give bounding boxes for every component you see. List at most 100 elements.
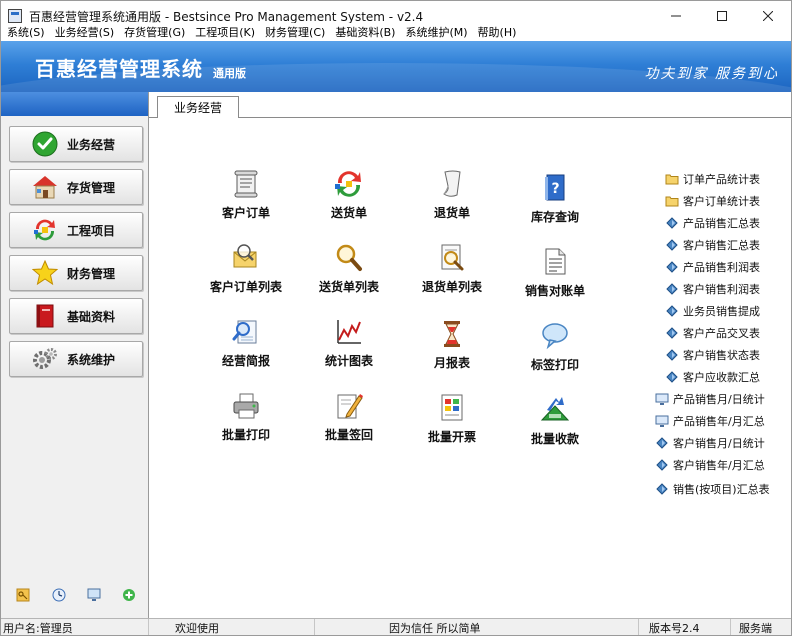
sidebar-item-finance[interactable]: 财务管理 (9, 255, 143, 291)
diamond-icon (665, 238, 679, 252)
sidebar-item-business[interactable]: 业务经营 (9, 126, 143, 162)
menu-finance[interactable]: 财务管理(C) (265, 24, 325, 40)
status-motto: 因为信任 所以简单 (389, 619, 639, 635)
report-item[interactable]: 产品销售月/日统计 (655, 390, 765, 408)
clock-icon[interactable] (52, 588, 66, 602)
sidebar-item-basic-data[interactable]: 基础资料 (9, 298, 143, 334)
menu-basic-data[interactable]: 基础资料(B) (335, 24, 395, 40)
screen-icon (655, 392, 669, 406)
module-label: 标签打印 (530, 358, 579, 372)
magnifier-icon (333, 242, 365, 274)
house-icon (32, 174, 58, 200)
report-item[interactable]: 客户销售年/月汇总 (655, 456, 765, 474)
close-icon (763, 11, 773, 21)
module-label: 批量打印 (221, 428, 270, 442)
plus-circle-icon[interactable] (122, 588, 136, 602)
module-monthly-report[interactable]: 月报表 (407, 318, 497, 374)
module-customer-order[interactable]: 客户订单 (201, 168, 291, 224)
report-label: 客户应收款汇总 (683, 371, 760, 384)
banner-slogan: 功夫到家 服务到心 (644, 66, 779, 82)
curled-paper-icon (436, 168, 468, 200)
module-label: 客户订单列表 (209, 280, 282, 294)
report-label: 订单产品统计表 (683, 173, 760, 186)
svg-text:?: ? (551, 181, 559, 197)
report-item[interactable]: 客户销售汇总表 (665, 236, 760, 254)
menu-inventory[interactable]: 存货管理(G) (124, 24, 185, 40)
diamond-icon (665, 370, 679, 384)
report-item[interactable]: 业务员销售提成 (665, 302, 760, 320)
module-return-note[interactable]: 退货单 (407, 168, 497, 224)
report-item[interactable]: 产品销售汇总表 (665, 214, 760, 232)
menu-help[interactable]: 帮助(H) (478, 24, 517, 40)
module-sales-statement[interactable]: 销售对账单 (510, 246, 600, 302)
report-item[interactable]: 订单产品统计表 (665, 170, 760, 188)
app-window: 百惠经营管理系统通用版 - Bestsince Pro Management S… (0, 0, 792, 636)
sidebar: 业务经营 存货管理 工程项目 财务管理 基础资料 系统维护 (1, 92, 149, 618)
module-return-list[interactable]: 退货单列表 (407, 242, 497, 298)
report-label: 客户销售利润表 (683, 283, 760, 296)
check-circle-icon (32, 131, 58, 157)
diamond-icon (665, 348, 679, 362)
report-item[interactable]: 产品销售年/月汇总 (655, 412, 765, 430)
module-label: 批量开票 (427, 430, 476, 444)
report-label: 客户销售年/月汇总 (673, 459, 765, 472)
module-delivery-note[interactable]: 送货单 (304, 168, 394, 224)
module-statistic-charts[interactable]: 统计图表 (304, 316, 394, 372)
report-label: 销售(按项目)汇总表 (673, 483, 770, 496)
sidebar-item-projects[interactable]: 工程项目 (9, 212, 143, 248)
module-inventory-query[interactable]: ? 库存查询 (510, 172, 600, 228)
sidebar-toolbar (1, 586, 148, 604)
status-welcome: 欢迎使用 (175, 619, 315, 635)
diamond-icon (665, 304, 679, 318)
screen-icon (655, 414, 669, 428)
window-title: 百惠经营管理系统通用版 - Bestsince Pro Management S… (29, 9, 424, 24)
report-label: 客户销售汇总表 (683, 239, 760, 252)
main-panel: 业务经营 客户订单 送货单 退货单 ? 库存查询 客户订单列表 送货单列表 退货… (149, 92, 791, 618)
module-label-print[interactable]: 标签打印 (510, 320, 600, 376)
report-item[interactable]: 客户订单统计表 (665, 192, 760, 210)
module-batch-payment[interactable]: 批量收款 (510, 394, 600, 450)
module-batch-signback[interactable]: 批量签回 (304, 390, 394, 446)
menu-maintenance[interactable]: 系统维护(M) (405, 24, 467, 40)
menu-system[interactable]: 系统(S) (7, 24, 45, 40)
report-label: 产品销售汇总表 (683, 217, 760, 230)
sidebar-item-inventory[interactable]: 存货管理 (9, 169, 143, 205)
report-item[interactable]: 产品销售利润表 (665, 258, 760, 276)
tab-divider (239, 117, 791, 118)
monitor-icon[interactable] (87, 588, 101, 602)
module-customer-order-list[interactable]: 客户订单列表 (201, 242, 291, 298)
menu-business[interactable]: 业务经营(S) (55, 24, 115, 40)
speech-bubble-icon (539, 320, 571, 352)
module-batch-print[interactable]: 批量打印 (201, 390, 291, 446)
recycle-arrows-icon (32, 217, 58, 243)
banner-title: 百惠经营管理系统 (35, 57, 203, 81)
sidebar-item-label: 存货管理 (67, 180, 116, 195)
report-label: 产品销售月/日统计 (673, 393, 765, 406)
report-item[interactable]: 客户销售状态表 (665, 346, 760, 364)
module-batch-invoice[interactable]: 批量开票 (407, 392, 497, 448)
folder-icon (665, 194, 679, 208)
report-item[interactable]: 客户销售利润表 (665, 280, 760, 298)
hourglass-icon (436, 318, 468, 350)
module-delivery-list[interactable]: 送货单列表 (304, 242, 394, 298)
folder-icon (665, 172, 679, 186)
status-server: 服务端 (739, 621, 772, 635)
module-business-brief[interactable]: 经营简报 (201, 316, 291, 372)
diamond-icon (655, 436, 669, 450)
diamond-icon (665, 326, 679, 340)
line-chart-icon (333, 316, 365, 348)
report-item[interactable]: 客户销售月/日统计 (655, 434, 765, 452)
report-item[interactable]: 客户应收款汇总 (665, 368, 760, 386)
maximize-icon (717, 11, 727, 21)
module-label: 送货单列表 (318, 280, 379, 294)
sidebar-item-label: 业务经营 (67, 137, 116, 152)
report-label: 客户产品交叉表 (683, 327, 760, 340)
sidebar-item-maintenance[interactable]: 系统维护 (9, 341, 143, 377)
report-item[interactable]: 客户产品交叉表 (665, 324, 760, 342)
tab-business[interactable]: 业务经营 (157, 96, 239, 118)
menu-projects[interactable]: 工程项目(K) (195, 24, 255, 40)
key-icon[interactable] (16, 588, 30, 602)
module-label: 批量签回 (324, 428, 373, 442)
report-item[interactable]: 销售(按项目)汇总表 (655, 480, 770, 498)
status-user: 用户名:管理员 (3, 619, 149, 635)
